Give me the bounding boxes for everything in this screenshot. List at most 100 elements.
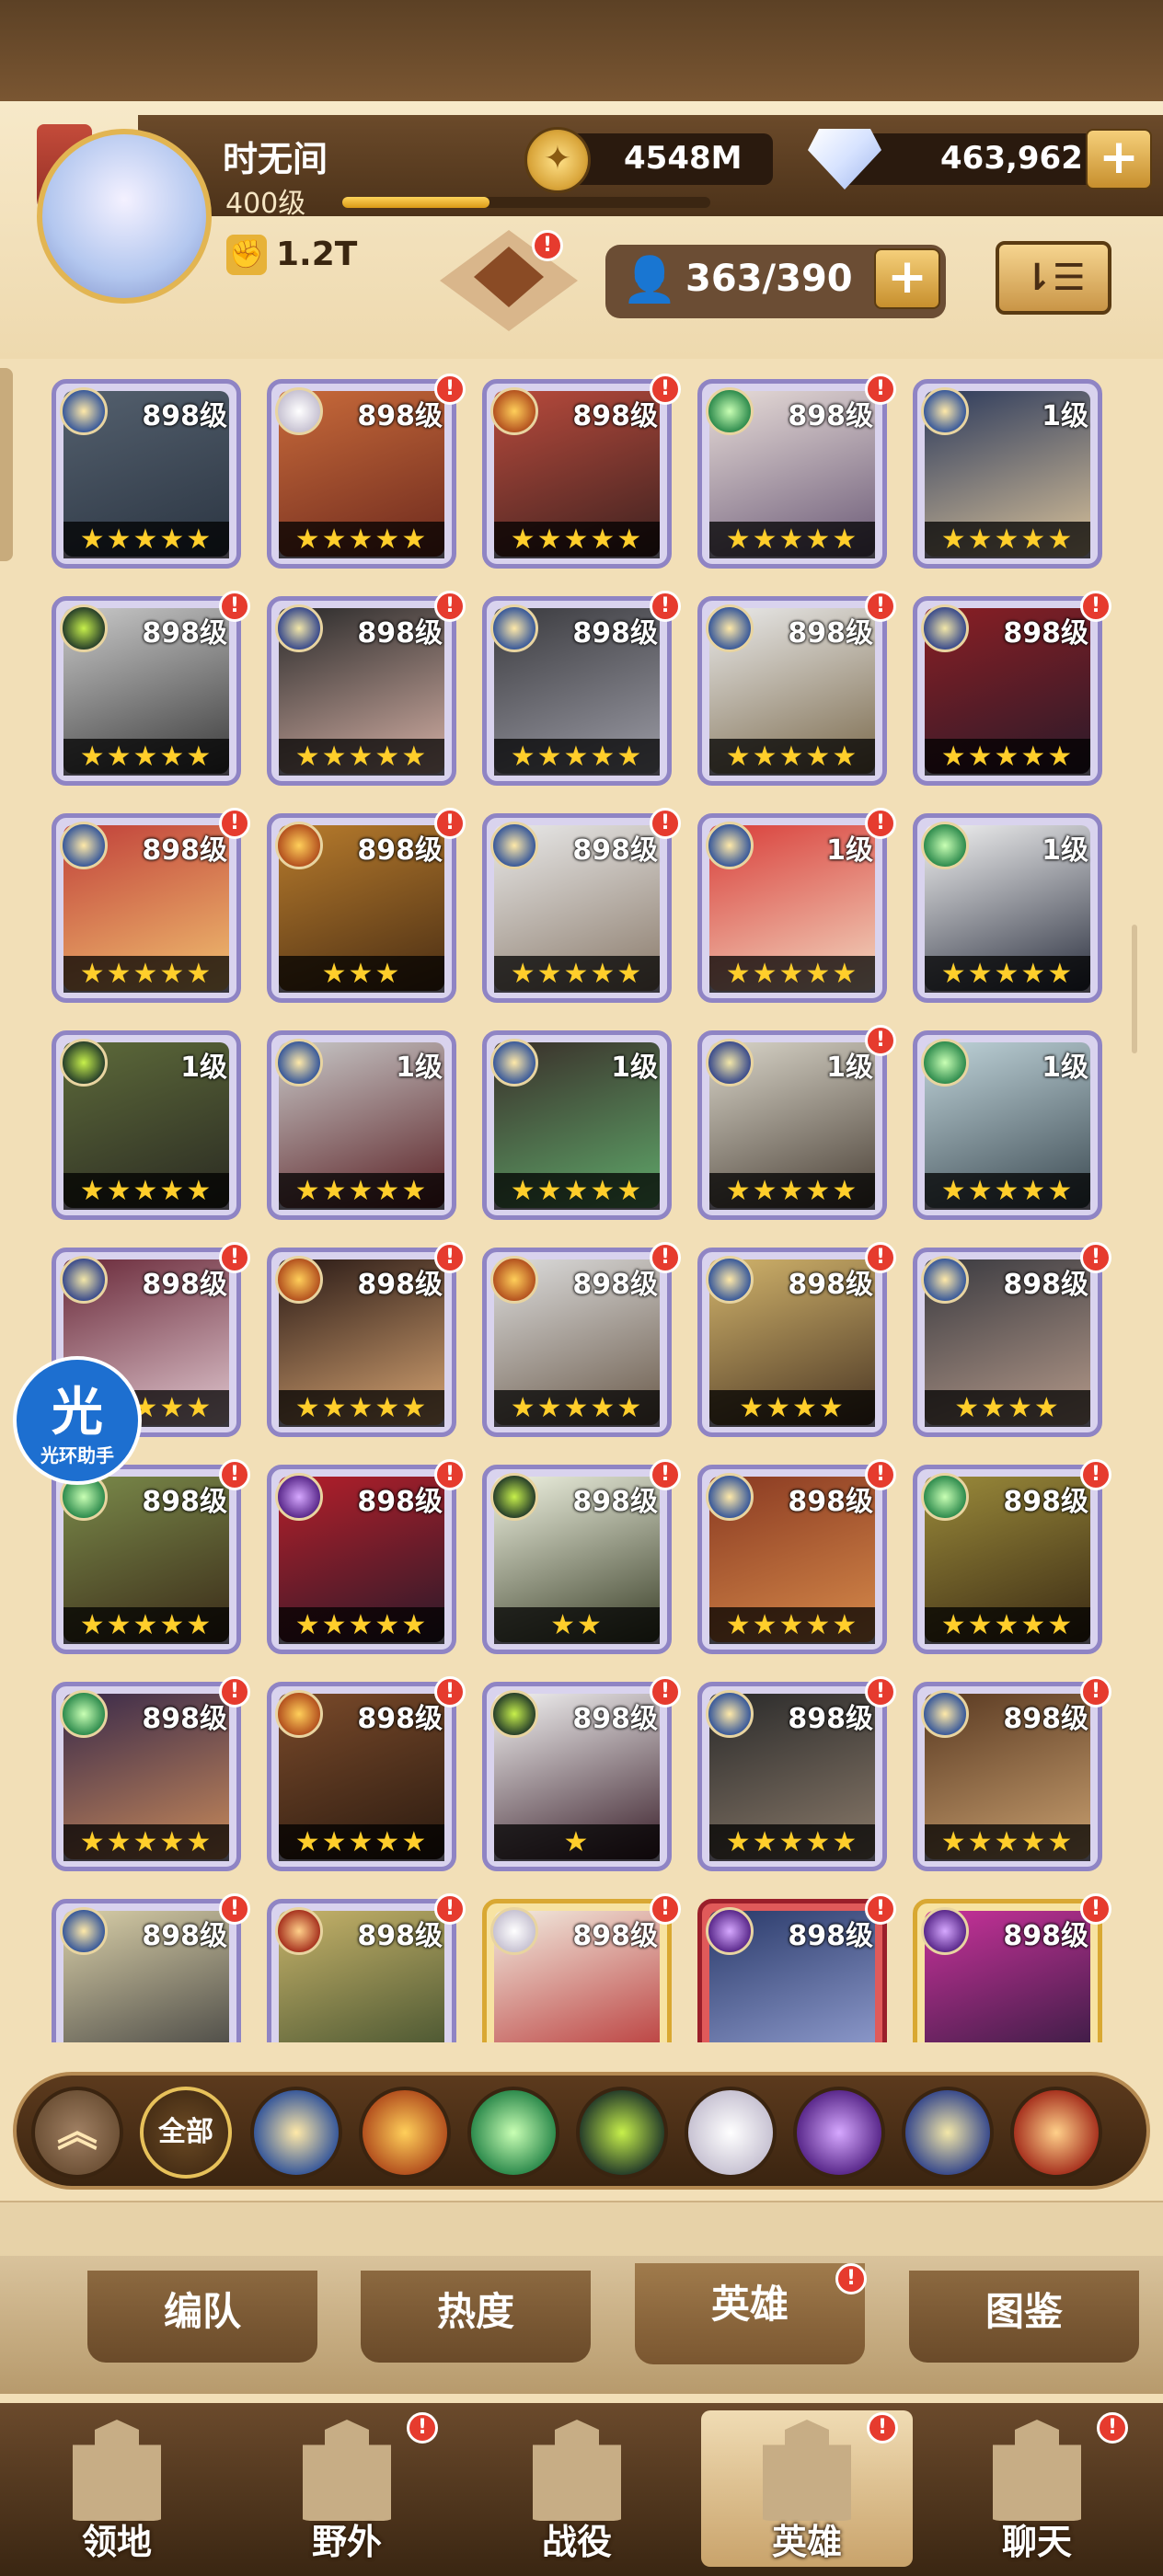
hero-level: 898级 xyxy=(572,1703,658,1735)
nav-item-2[interactable]: 战役 xyxy=(471,2410,683,2567)
hero-level: 1级 xyxy=(611,1052,658,1084)
hero-notification-badge: ! xyxy=(1080,591,1111,622)
wilder-faction-icon xyxy=(921,1039,969,1087)
hero-stars: ★★★★★ xyxy=(63,739,229,776)
collapse-filter-button[interactable]: ︽ xyxy=(31,2087,123,2179)
hero-card[interactable]: 898级 ★★★★★ xyxy=(52,1465,241,1654)
subtab-2[interactable]: 英雄 xyxy=(635,2263,865,2364)
light-faction-icon xyxy=(60,1907,108,1955)
helper-glyph: 光 xyxy=(52,1383,103,1443)
hero-card[interactable]: 898级 ★★★★★ xyxy=(267,1248,456,1437)
hero-card[interactable]: 898级 ★★★★★ xyxy=(697,596,887,786)
hero-card[interactable]: 898级 ★★★★ xyxy=(913,1248,1102,1437)
hero-notification-badge: ! xyxy=(434,1676,466,1708)
hypogean-faction-icon xyxy=(921,1907,969,1955)
hero-card[interactable]: 898级 ★★★★★ xyxy=(697,1682,887,1871)
hero-stars: ★★★★★ xyxy=(63,522,229,558)
hero-level: 898级 xyxy=(572,1920,658,1952)
hero-card[interactable]: 898级 ★ xyxy=(482,1682,672,1871)
hero-card[interactable]: 898级 xyxy=(913,1899,1102,2042)
hero-card[interactable]: 898级 ★★★★★ xyxy=(267,1465,456,1654)
filter-hypogean-icon[interactable] xyxy=(793,2087,885,2179)
hero-stars: ★★★★★ xyxy=(925,956,1090,993)
nav-badge: ! xyxy=(1097,2412,1128,2444)
hero-card[interactable]: 1级 ★★★★★ xyxy=(267,1030,456,1220)
hero-card[interactable]: 898级 ★★★★★ xyxy=(913,1465,1102,1654)
hero-card[interactable]: 898级 ★★★★★ xyxy=(697,379,887,569)
filter-wilder-icon[interactable] xyxy=(467,2087,559,2179)
hero-card[interactable]: 898级 ★★★★★ xyxy=(267,379,456,569)
filter-dragon-icon[interactable] xyxy=(1010,2087,1102,2179)
hypogean-faction-icon xyxy=(706,1907,754,1955)
hero-card[interactable]: 1级 ★★★★★ xyxy=(482,1030,672,1220)
hero-card[interactable]: 1级 ★★★★★ xyxy=(697,813,887,1003)
hero-stars: ★★★★★ xyxy=(279,1824,444,1861)
hero-stars: ★★★★★ xyxy=(63,1173,229,1210)
hero-notification-badge: ! xyxy=(219,1242,250,1273)
hero-card[interactable]: 898级 ★★★★★ xyxy=(913,596,1102,786)
hero-level: 1级 xyxy=(180,1052,227,1084)
hero-card[interactable]: 898级 ★★★★★ xyxy=(52,379,241,569)
sort-button[interactable]: ⇂☰ xyxy=(996,241,1111,315)
hero-level: 898级 xyxy=(357,1703,443,1735)
hero-level: 898级 xyxy=(788,400,873,432)
hero-card[interactable]: 898级 ★★★★★ xyxy=(52,1682,241,1871)
filter-lightbearer-icon[interactable] xyxy=(250,2087,342,2179)
avatar[interactable] xyxy=(37,129,212,304)
filter-mauler-icon[interactable] xyxy=(359,2087,451,2179)
scrollbar[interactable] xyxy=(1132,925,1137,1053)
hero-card[interactable]: 898级 ★★★★★ xyxy=(482,813,672,1003)
hero-stars: ★★★★★ xyxy=(709,1173,875,1210)
hero-card[interactable]: 898级 ★★★★★ xyxy=(267,1682,456,1871)
hero-card[interactable]: 898级 ★★★★★ xyxy=(52,596,241,786)
expand-roster-button[interactable]: + xyxy=(874,248,940,309)
hero-card[interactable]: 1级 ★★★★★ xyxy=(913,1030,1102,1220)
hero-card[interactable]: 1级 ★★★★★ xyxy=(913,379,1102,569)
hero-level: 898级 xyxy=(357,1269,443,1301)
player-level: 400级 xyxy=(225,188,306,220)
hero-card[interactable]: 898级 ★★★★★ xyxy=(482,1248,672,1437)
hero-card[interactable]: 1级 ★★★★★ xyxy=(52,1030,241,1220)
hero-card[interactable]: 898级 ★★★★ xyxy=(697,1248,887,1437)
hero-stars: ★★★★★ xyxy=(709,739,875,776)
helper-floating-button[interactable]: 光 光环助手 xyxy=(13,1356,142,1485)
hero-level: 898级 xyxy=(1003,1269,1088,1301)
hero-level: 898级 xyxy=(357,400,443,432)
emblem-badge: ! xyxy=(532,230,563,261)
hero-card[interactable]: 898级 xyxy=(697,1899,887,2042)
hero-card[interactable]: 1级 ★★★★★ xyxy=(913,813,1102,1003)
hero-card[interactable]: 898级 ★★★★★ xyxy=(913,1682,1102,1871)
nav-label: 领地 xyxy=(81,2522,152,2562)
hero-card[interactable]: 898级 xyxy=(52,1899,241,2042)
subtab-1[interactable]: 热度 xyxy=(361,2271,591,2363)
hero-card[interactable]: 898级 ★★★★★ xyxy=(267,596,456,786)
light-faction-icon xyxy=(706,1256,754,1304)
hero-card[interactable]: 1级 ★★★★★ xyxy=(697,1030,887,1220)
hero-stars: ★★★★★ xyxy=(494,1173,660,1210)
xp-bar xyxy=(342,197,710,208)
hero-card[interactable]: 898级 ★★★ xyxy=(267,813,456,1003)
filter-all-button[interactable]: 全部 xyxy=(140,2087,232,2179)
light-faction-icon xyxy=(60,387,108,435)
hero-card[interactable]: 898级 ★★ xyxy=(482,1465,672,1654)
wilder-faction-icon xyxy=(921,1473,969,1521)
hero-notification-badge: ! xyxy=(865,1242,896,1273)
hero-card[interactable]: 898级 ★★★★★ xyxy=(697,1465,887,1654)
divider-strip xyxy=(0,2201,1163,2260)
hero-card[interactable]: 898级 xyxy=(482,1899,672,2042)
hero-card[interactable]: 898级 ★★★★★ xyxy=(482,596,672,786)
person-icon: 👤 xyxy=(622,254,677,305)
hero-card[interactable]: 898级 ★★★★★ xyxy=(482,379,672,569)
hero-level: 898级 xyxy=(142,1486,227,1518)
hero-notification-badge: ! xyxy=(865,591,896,622)
subtab-0[interactable]: 编队 xyxy=(87,2271,317,2363)
graveborn-faction-icon xyxy=(60,1039,108,1087)
hero-card[interactable]: 898级 xyxy=(267,1899,456,2042)
filter-dimensional-icon[interactable] xyxy=(902,2087,994,2179)
filter-celestial-icon[interactable] xyxy=(685,2087,777,2179)
hero-card[interactable]: 898级 ★★★★★ xyxy=(52,813,241,1003)
nav-item-0[interactable]: 领地 xyxy=(11,2410,223,2567)
add-diamonds-button[interactable]: + xyxy=(1086,129,1152,190)
subtab-3[interactable]: 图鉴 xyxy=(909,2271,1139,2363)
filter-graveborn-icon[interactable] xyxy=(576,2087,668,2179)
